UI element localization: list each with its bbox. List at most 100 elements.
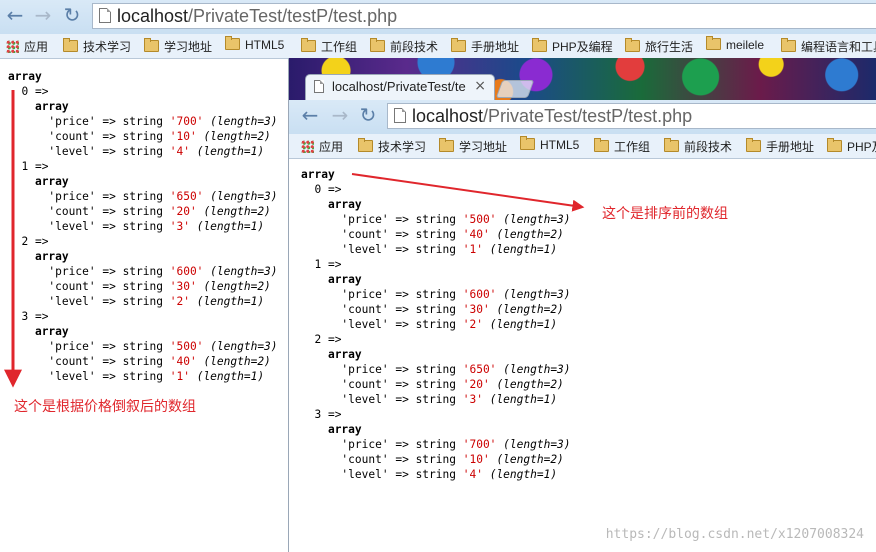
bookmark-item[interactable]: 前段技术 (664, 138, 732, 155)
bookmark-item[interactable]: 编程语言和工具 (781, 38, 876, 55)
bookmark-label: 手册地址 (471, 40, 520, 54)
dump-line: 'price' => string '700' (length=3) (8, 114, 277, 129)
dump-line: 'level' => string '1' (length=1) (301, 242, 571, 257)
dump-length: (length=2) (203, 130, 271, 143)
dump-value: '10' (462, 453, 490, 466)
bookmark-item[interactable]: 旅行生活 (625, 38, 693, 55)
url-input[interactable]: localhost/PrivateTest/testP/test.php (387, 103, 876, 129)
dump-key: 'price' (48, 115, 96, 128)
dump-value: '500' (169, 340, 204, 353)
dump-line: array (301, 272, 571, 287)
bookmark-item[interactable]: 工作组 (301, 38, 357, 55)
bookmark-item[interactable]: 手册地址 (746, 138, 814, 155)
dump-type: string (415, 378, 456, 391)
dump-line: 'price' => string '500' (length=3) (8, 339, 277, 354)
reload-icon[interactable]: ↻ (357, 104, 379, 126)
dump-array-type: array (327, 198, 362, 211)
dump-array-type: array (34, 250, 69, 263)
dump-line: 0 => (301, 182, 571, 197)
bookmark-item[interactable]: 学习地址 (144, 38, 212, 55)
bookmark-item[interactable]: 学习地址 (439, 138, 507, 155)
dump-length: (length=2) (496, 228, 564, 241)
dump-type: string (415, 363, 456, 376)
dump-key: 'count' (48, 355, 96, 368)
bookmark-item[interactable]: HTML5 (225, 36, 284, 52)
dump-line: 3 => (8, 309, 278, 324)
dump-length: (length=1) (196, 295, 265, 308)
dump-key: 'level' (341, 318, 389, 331)
dump-length: (length=1) (489, 318, 558, 331)
dump-length: (length=2) (496, 378, 564, 391)
folder-icon (781, 38, 796, 52)
tab-active[interactable]: localhost/PrivateTest/te × (305, 74, 495, 100)
bookmark-item[interactable]: PHP及 (827, 138, 876, 155)
dump-value: '600' (169, 265, 204, 278)
folder-icon (370, 38, 385, 52)
bookmark-item[interactable]: 工作组 (594, 138, 650, 155)
bookmark-item[interactable]: 应用 (6, 38, 48, 55)
sorted-desc-note: 这个是根据价格倒叙后的数组 (14, 399, 196, 415)
dump-arrow: => (102, 130, 116, 143)
dump-arrow: => (395, 228, 409, 241)
before-sort-note: 这个是排序前的数组 (602, 206, 728, 222)
back-icon[interactable]: ← (4, 4, 26, 26)
bookmark-item[interactable]: 技术学习 (63, 38, 131, 55)
dump-line: 'level' => string '4' (length=1) (8, 144, 278, 159)
dump-line: array (301, 422, 571, 437)
dump-value: '3' (169, 220, 190, 233)
dump-line: 'count' => string '20' (length=2) (8, 204, 278, 219)
dump-arrow: => (102, 220, 116, 233)
url-host: localhost (117, 6, 189, 26)
dump-value: '650' (169, 190, 204, 203)
dump-value: '1' (169, 370, 190, 383)
dump-line: 'price' => string '700' (length=3) (301, 437, 570, 452)
bookmark-item[interactable]: 手册地址 (451, 38, 519, 55)
dump-line: 'count' => string '30' (length=2) (301, 302, 571, 317)
dump-value: '4' (462, 468, 483, 481)
dump-type: string (122, 265, 163, 278)
dump-length: (length=1) (196, 145, 265, 158)
dump-length: (length=2) (203, 280, 271, 293)
address-bar: ← → ↻ localhost/PrivateTest/testP/test.p… (289, 100, 876, 134)
dump-type: string (415, 438, 456, 451)
dump-line: array (301, 347, 571, 362)
tab-page-icon (314, 80, 324, 93)
folder-icon (301, 38, 316, 52)
dump-type: string (122, 145, 163, 158)
bookmark-item[interactable]: PHP及编程 (532, 38, 613, 55)
dump-key: 'price' (341, 288, 389, 301)
folder-icon (225, 36, 240, 50)
bookmarks-bar: 应用 技术学习 学习地址 HTML5 工作组 前段技术 手册地址 PHP及编程 旅行生活 meil… (0, 34, 876, 59)
dump-arrow: => (102, 190, 116, 203)
bookmark-item[interactable]: HTML5 (520, 136, 579, 152)
folder-icon (358, 138, 373, 152)
bookmark-label: 工作组 (321, 40, 358, 54)
bookmark-item[interactable]: 前段技术 (370, 38, 438, 55)
dump-value: '30' (169, 280, 197, 293)
close-icon[interactable]: × (474, 78, 486, 94)
forward-icon[interactable]: → (329, 104, 351, 126)
dump-line: 2 => (301, 332, 571, 347)
new-tab-button[interactable] (495, 80, 535, 98)
bookmark-item[interactable]: 应用 (301, 138, 343, 155)
dump-line: 'level' => string '2' (length=1) (301, 317, 571, 332)
dump-value: '650' (462, 363, 497, 376)
dump-arrow: => (102, 370, 116, 383)
dump-arrow: => (395, 303, 409, 316)
bookmark-label: 技术学习 (378, 140, 427, 154)
dump-value: '700' (169, 115, 204, 128)
dump-type: string (415, 468, 456, 481)
reload-icon[interactable]: ↻ (61, 4, 83, 26)
folder-icon (532, 38, 547, 52)
dump-line: array (8, 324, 278, 339)
back-icon[interactable]: ← (299, 104, 321, 126)
bookmark-item[interactable]: 技术学习 (358, 138, 426, 155)
url-input[interactable]: localhost/PrivateTest/testP/test.php (92, 3, 876, 29)
bookmark-label: 应用 (319, 140, 344, 154)
dump-arrow: => (395, 213, 409, 226)
bookmark-item[interactable]: meilele (706, 36, 764, 52)
dump-arrow: => (395, 393, 409, 406)
dump-arrow: => (102, 265, 116, 278)
forward-icon[interactable]: → (32, 4, 54, 26)
dump-length: (length=2) (496, 453, 564, 466)
